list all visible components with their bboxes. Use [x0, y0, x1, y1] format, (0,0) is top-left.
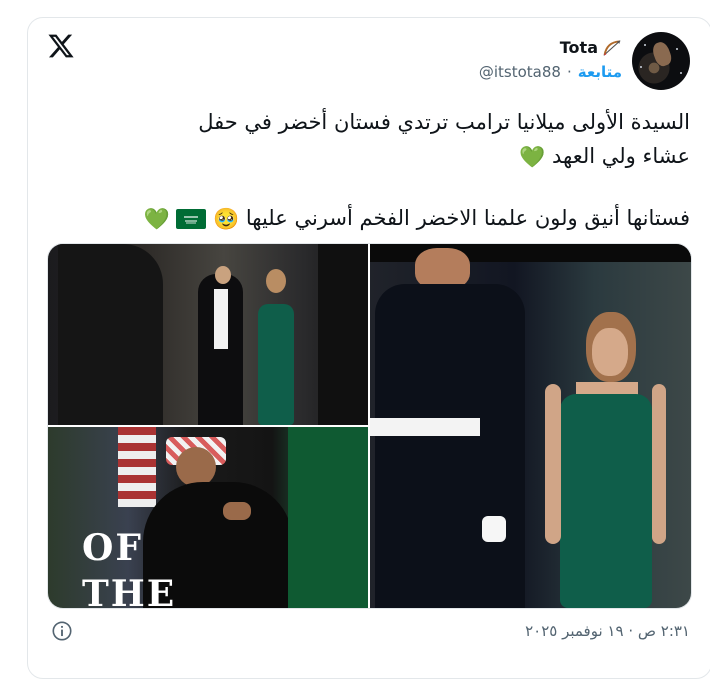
info-icon[interactable]: [51, 620, 73, 642]
separator-dot: ·: [566, 63, 572, 81]
photo-melania-green-dress[interactable]: [370, 244, 691, 608]
green-heart-icon: 💚: [519, 145, 546, 169]
tweet-line-3: فستانها أنيق ولون علمنا الاخضر الفخم أسر…: [245, 206, 690, 230]
overlay-text: OF THE: [82, 525, 176, 608]
bow-and-arrow-icon: [603, 39, 621, 56]
follow-button[interactable]: متابعة: [578, 63, 622, 81]
author-handle-row: @itstota88 · متابعة: [479, 63, 622, 81]
photo-crown-prince[interactable]: OF THE: [48, 427, 368, 608]
x-logo-icon[interactable]: [47, 32, 75, 60]
avatar[interactable]: [632, 32, 690, 90]
photo-red-carpet-arrival[interactable]: [48, 244, 368, 425]
tweet-line-1: السيدة الأولى ميلانيا ترامب ترتدي فستان …: [198, 110, 690, 134]
overlay-text-1: OF: [82, 527, 143, 569]
tweet-line-2: عشاء ولي العهد: [552, 144, 690, 168]
pleading-face-icon: 🥹: [213, 207, 240, 231]
overlay-text-2: THE: [82, 573, 177, 608]
tweet-timestamp[interactable]: ٢:٣١ ص · ١٩ نوفمبر ٢٠٢٥: [525, 622, 690, 640]
tweet-line-3-row: فستانها أنيق ولون علمنا الاخضر الفخم أسر…: [90, 201, 690, 236]
tweet-text: السيدة الأولى ميلانيا ترامب ترتدي فستان …: [90, 105, 690, 236]
saudi-flag-icon: [176, 209, 207, 229]
author-handle[interactable]: @itstota88: [479, 63, 561, 81]
tweet-line-2-row: عشاء ولي العهد 💚: [90, 139, 690, 174]
green-heart-icon-2: 💚: [143, 207, 170, 231]
author-name-row[interactable]: Tota: [560, 38, 622, 57]
author-name[interactable]: Tota: [560, 38, 598, 57]
media-grid[interactable]: OF THE: [47, 243, 692, 609]
